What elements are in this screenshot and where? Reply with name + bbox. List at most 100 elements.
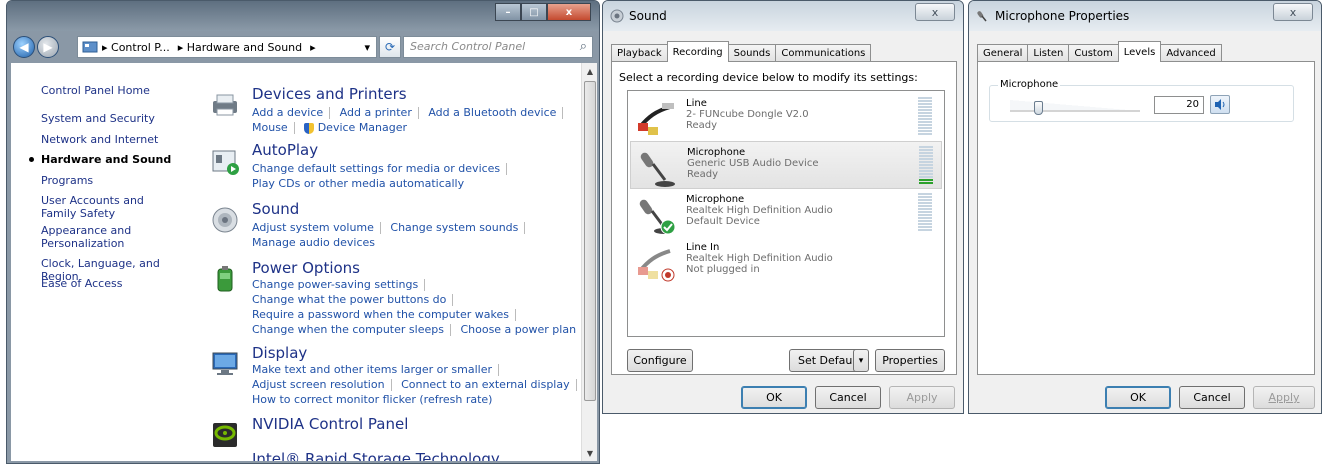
nav-programs[interactable]: Programs <box>41 174 191 187</box>
link-require-password[interactable]: Require a password when the computer wak… <box>252 308 509 321</box>
tab-custom[interactable]: Custom <box>1068 44 1119 62</box>
link-add-device[interactable]: Add a device <box>252 106 323 119</box>
microphone-icon <box>977 11 987 22</box>
category-links-row: Make text and other items larger or smal… <box>252 363 505 376</box>
link-change-sounds[interactable]: Change system sounds <box>390 221 518 234</box>
link-computer-sleeps[interactable]: Change when the computer sleeps <box>252 323 444 336</box>
link-adjust-volume[interactable]: Adjust system volume <box>252 221 374 234</box>
search-input[interactable]: Search Control Panel ⌕ <box>403 36 593 58</box>
tab-levels[interactable]: Levels <box>1117 41 1162 62</box>
tab-listen[interactable]: Listen <box>1027 44 1070 62</box>
sound-icon <box>610 9 624 23</box>
tab-recording[interactable]: Recording <box>666 41 729 62</box>
address-bar[interactable]: ▸ Control P... ▸ Hardware and Sound ▸ ▾ <box>77 36 377 58</box>
configure-button[interactable]: Configure <box>627 349 693 372</box>
apply-button[interactable]: Apply <box>889 386 955 409</box>
link-mouse[interactable]: Mouse <box>252 121 288 134</box>
link-external-display[interactable]: Connect to an external display <box>401 378 570 391</box>
scroll-up-icon[interactable]: ▲ <box>582 63 598 79</box>
device-microphone-realtek[interactable]: Microphone Realtek High Definition Audio… <box>630 189 942 237</box>
link-text-larger[interactable]: Make text and other items larger or smal… <box>252 363 492 376</box>
autoplay-icon <box>212 150 239 175</box>
line-cable-icon <box>638 103 674 135</box>
slider-thumb[interactable] <box>1034 101 1044 115</box>
link-power-plan[interactable]: Choose a power plan <box>460 323 576 336</box>
level-value-field[interactable]: 20 <box>1154 96 1204 114</box>
breadcrumb-hardware-and-sound[interactable]: ▸ Hardware and Sound <box>178 41 302 54</box>
mute-button[interactable] <box>1210 95 1230 114</box>
category-title[interactable]: Intel® Rapid Storage Technology <box>252 450 500 461</box>
nvidia-icon <box>213 423 237 447</box>
nav-ease-of-access[interactable]: Ease of Access <box>41 277 191 290</box>
nav-hardware-and-sound[interactable]: Hardware and Sound <box>41 153 191 166</box>
link-manage-audio-devices[interactable]: Manage audio devices <box>252 236 375 249</box>
nav-control-panel-home[interactable]: Control Panel Home <box>41 84 191 97</box>
link-play-cds[interactable]: Play CDs or other media automatically <box>252 177 464 190</box>
close-button[interactable]: x <box>1273 3 1313 21</box>
nav-network-and-internet[interactable]: Network and Internet <box>41 133 191 146</box>
category-title[interactable]: AutoPlay <box>252 141 318 159</box>
tab-advanced[interactable]: Advanced <box>1160 44 1222 62</box>
category-title[interactable]: NVIDIA Control Panel <box>252 415 408 433</box>
address-row: ◀ ▶ ▸ Control P... ▸ Hardware and Sound … <box>7 33 599 61</box>
category-title[interactable]: Devices and Printers <box>252 85 407 103</box>
category-title[interactable]: Sound <box>252 200 299 218</box>
nav-system-and-security[interactable]: System and Security <box>41 112 191 125</box>
search-icon[interactable]: ⌕ <box>580 39 587 54</box>
nav-appearance[interactable]: Appearance and Personalization <box>41 224 151 250</box>
link-add-bluetooth[interactable]: Add a Bluetooth device <box>428 106 556 119</box>
minimize-button[interactable]: – <box>495 3 521 21</box>
control-panel-window: – □ x ◀ ▶ ▸ Control P... ▸ Hardware and … <box>6 0 600 464</box>
level-slider[interactable] <box>1010 100 1140 115</box>
mic-titlebar[interactable]: Microphone Properties x <box>969 1 1321 31</box>
scroll-thumb[interactable] <box>584 81 596 401</box>
microphone-level-group: Microphone 20 <box>989 79 1294 122</box>
device-microphone-usb[interactable]: Microphone Generic USB Audio Device Read… <box>630 141 942 189</box>
close-button[interactable]: x <box>547 3 591 21</box>
link-power-saving[interactable]: Change power-saving settings <box>252 278 418 291</box>
breadcrumb-control-panel[interactable]: ▸ Control P... <box>102 41 170 54</box>
ok-button[interactable]: OK <box>741 386 807 409</box>
link-power-buttons[interactable]: Change what the power buttons do <box>252 293 446 306</box>
vertical-scrollbar[interactable]: ▲ ▼ <box>581 63 597 461</box>
category-links-row: Adjust screen resolution Connect to an e… <box>252 378 583 391</box>
link-screen-resolution[interactable]: Adjust screen resolution <box>252 378 385 391</box>
back-button[interactable]: ◀ <box>13 36 35 58</box>
sound-titlebar[interactable]: Sound x <box>603 1 963 31</box>
forward-button[interactable]: ▶ <box>37 36 59 58</box>
apply-button[interactable]: Apply <box>1253 386 1315 409</box>
category-title[interactable]: Power Options <box>252 259 360 277</box>
link-add-printer[interactable]: Add a printer <box>340 106 412 119</box>
tab-communications[interactable]: Communications <box>775 44 872 62</box>
close-button[interactable]: x <box>915 3 955 21</box>
device-name: Microphone <box>687 147 746 158</box>
refresh-button[interactable]: ⟳ <box>379 36 401 58</box>
cancel-button[interactable]: Cancel <box>1179 386 1245 409</box>
cp-content: Control Panel Home System and Security N… <box>11 63 597 461</box>
device-line-in[interactable]: Line In Realtek High Definition Audio No… <box>630 237 942 285</box>
device-line[interactable]: Line 2- FUNcube Dongle V2.0 Ready <box>630 93 942 141</box>
link-autoplay-defaults[interactable]: Change default settings for media or dev… <box>252 162 500 175</box>
tab-general[interactable]: General <box>977 44 1029 62</box>
storage-icon <box>209 454 241 461</box>
link-monitor-flicker[interactable]: How to correct monitor flicker (refresh … <box>252 393 492 406</box>
set-default-dropdown[interactable]: ▾ <box>853 349 869 372</box>
refresh-icon: ⟳ <box>384 40 396 54</box>
breadcrumb-next-arrow[interactable]: ▸ <box>310 41 316 54</box>
cancel-button[interactable]: Cancel <box>815 386 881 409</box>
cp-titlebar[interactable]: – □ x <box>7 1 599 31</box>
properties-button[interactable]: Properties <box>875 349 945 372</box>
mic-tabs: General Listen Custom Levels Advanced <box>977 41 1222 62</box>
scroll-down-icon[interactable]: ▼ <box>582 445 598 461</box>
ok-button[interactable]: OK <box>1105 386 1171 409</box>
maximize-button[interactable]: □ <box>521 3 547 21</box>
address-dropdown-icon[interactable]: ▾ <box>364 41 370 54</box>
device-name: Line <box>686 98 707 109</box>
group-label: Microphone <box>998 79 1061 90</box>
tab-sounds[interactable]: Sounds <box>727 44 777 62</box>
link-device-manager[interactable]: Device Manager <box>318 121 407 134</box>
tab-playback[interactable]: Playback <box>611 44 668 62</box>
nav-user-accounts[interactable]: User Accounts and Family Safety <box>41 194 181 220</box>
category-title[interactable]: Display <box>252 344 307 362</box>
recording-device-list[interactable]: Line 2- FUNcube Dongle V2.0 Ready Microp… <box>627 90 945 337</box>
